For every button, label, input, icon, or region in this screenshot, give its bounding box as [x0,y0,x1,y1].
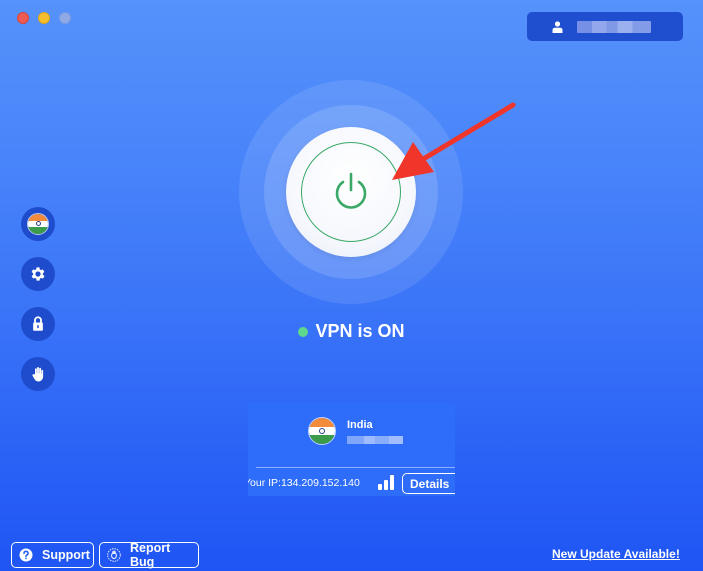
status-dot [298,326,309,337]
minimize-window-button[interactable] [38,12,50,24]
signal-bars-icon [378,475,394,490]
new-update-link[interactable]: New Update Available! [552,547,680,561]
ip-address: Your IP:134.209.152.140 [248,477,360,489]
support-label: Support [42,548,90,562]
server-name-redacted [347,436,403,444]
sidebar-item-settings[interactable] [21,257,55,291]
report-bug-label: Report Bug [129,541,171,569]
sidebar-item-location[interactable] [21,207,55,241]
india-flag-icon [308,417,336,445]
country-name: India [347,419,373,431]
status-label: VPN is ON [315,321,405,341]
maximize-window-button[interactable] [59,12,71,24]
location-card: India Your IP:134.209.152.140 Details [248,402,455,496]
report-bug-button[interactable]: Report Bug [99,541,199,569]
power-icon [335,172,367,209]
close-window-button[interactable] [17,12,29,24]
gear-icon [31,267,45,281]
help-icon [19,548,33,562]
power-toggle-button[interactable] [286,127,416,257]
bug-icon [107,548,121,562]
hand-icon [32,366,44,382]
user-icon [552,20,563,33]
sidebar-item-block[interactable] [21,357,55,391]
india-flag-icon [27,213,49,235]
support-button[interactable]: Support [11,542,94,568]
window-controls [17,12,71,24]
details-button[interactable]: Details [402,473,455,494]
card-divider [256,467,455,468]
account-button[interactable] [527,12,683,41]
vpn-status: VPN is ON [0,321,703,342]
location-selector[interactable]: India [308,417,403,445]
username-redacted [577,20,651,33]
